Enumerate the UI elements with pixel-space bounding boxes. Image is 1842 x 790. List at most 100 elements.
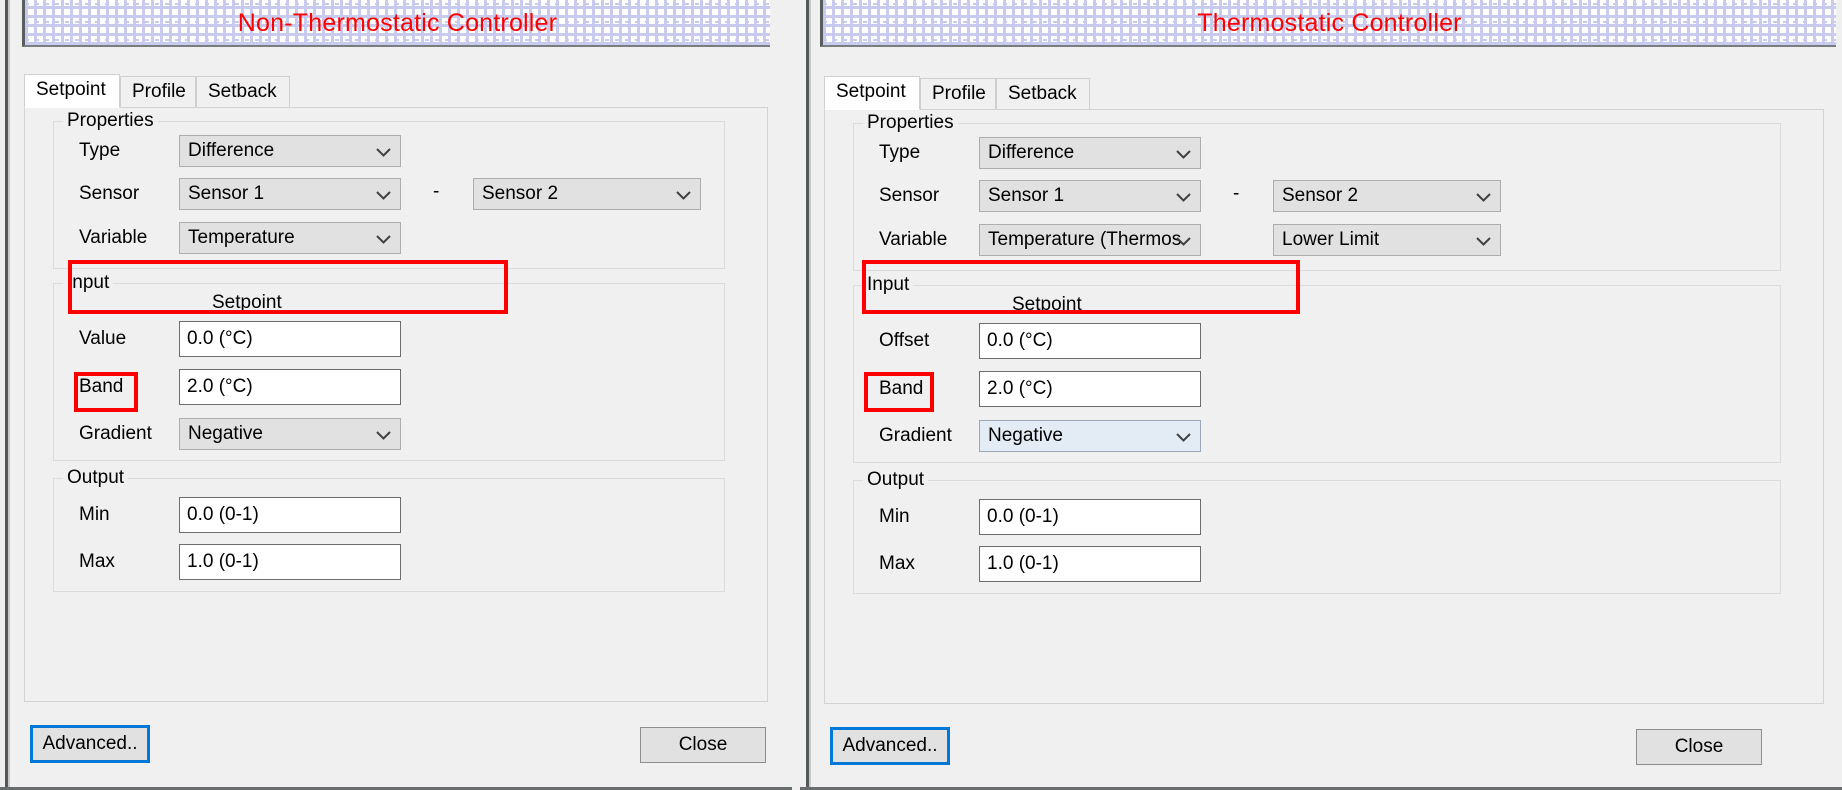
tab-setpoint-label: Setpoint [836,81,906,102]
sensor2-combo[interactable]: Sensor 2 [1273,180,1501,212]
offset-textbox-value: 0.0 (°C) [987,330,1053,351]
band-label: Band [879,378,924,399]
type-combo[interactable]: Difference [979,137,1201,169]
variable2-combo[interactable]: Lower Limit [1273,224,1501,256]
advanced-button-label: Advanced.. [842,735,938,756]
chevron-down-icon [1175,225,1191,255]
tab-profile-label: Profile [132,81,186,102]
max-textbox[interactable]: 1.0 (0-1) [179,544,401,580]
panel-title-left: Non-Thermostatic Controller [237,9,558,37]
gradient-label: Gradient [79,423,152,444]
chevron-down-icon [1175,421,1191,451]
sensor1-combo[interactable]: Sensor 1 [179,178,401,210]
tab-setpoint[interactable]: Setpoint [824,76,920,110]
band-textbox-value: 2.0 (°C) [987,378,1053,399]
chevron-down-icon [1475,181,1491,211]
thermostatic-controller-window: Thermostatic Controller Setpoint Profile… [800,0,1842,790]
value-label: Value [79,328,127,349]
screenshot-root: Non-Thermostatic Controller Setpoint Pro… [0,0,1842,790]
sensor-label: Sensor [879,185,940,206]
output-group-right: Output Min 0.0 (0-1) Max 1.0 (0-1) [853,469,1781,594]
chevron-down-icon [375,419,391,449]
window-left-inner-border [809,0,811,790]
properties-group-label: Properties [863,112,958,134]
value-textbox-value: 0.0 (°C) [187,328,253,349]
output-group-label: Output [63,467,129,489]
min-textbox[interactable]: 0.0 (0-1) [979,499,1201,535]
type-combo-value: Difference [188,140,275,161]
advanced-button[interactable]: Advanced.. [830,727,950,765]
tab-profile-label: Profile [932,83,986,104]
tab-setback-label: Setback [1008,83,1077,104]
type-combo[interactable]: Difference [179,135,401,167]
band-textbox[interactable]: 2.0 (°C) [179,369,401,405]
grid-hrule [25,39,770,41]
chevron-down-icon [375,136,391,166]
close-button[interactable]: Close [640,727,766,763]
min-label: Min [879,506,910,527]
tab-setpoint[interactable]: Setpoint [24,74,120,108]
band-textbox[interactable]: 2.0 (°C) [979,371,1201,407]
properties-group-label: Properties [63,110,158,132]
advanced-button-label: Advanced.. [42,733,138,754]
input-group-right: Input Setpoint Offset 0.0 (°C) Band 2.0 … [853,274,1781,463]
advanced-button[interactable]: Advanced.. [30,725,150,763]
panel-title-right: Thermostatic Controller [1197,9,1462,37]
variable-combo[interactable]: Temperature [179,222,401,254]
gradient-combo-value: Negative [188,423,263,444]
design-canvas-strip: Thermostatic Controller [820,0,1836,47]
variable-combo[interactable]: Temperature (Thermos [979,224,1201,256]
min-textbox[interactable]: 0.0 (0-1) [179,497,401,533]
variable-combo-value: Temperature [188,227,295,248]
window-left-inner-border [8,0,10,790]
gradient-combo-value: Negative [988,425,1063,446]
tab-setback[interactable]: Setback [996,78,1090,110]
gradient-combo[interactable]: Negative [179,418,401,450]
chevron-down-icon [1175,181,1191,211]
close-button-label: Close [678,734,728,755]
close-button[interactable]: Close [1636,729,1762,765]
band-label: Band [79,376,124,397]
output-group-label: Output [863,469,929,491]
sensor1-combo-value: Sensor 1 [188,183,265,204]
input-group-label: Input [63,272,114,294]
chevron-down-icon [1475,225,1491,255]
grid-hrule [823,39,1836,41]
band-textbox-value: 2.0 (°C) [187,376,253,397]
max-textbox-value: 1.0 (0-1) [987,553,1059,574]
properties-group-left: Properties Type Difference Sensor Sensor… [53,110,725,269]
output-group-left: Output Min 0.0 (0-1) Max 1.0 (0-1) [53,467,725,592]
sensor1-combo[interactable]: Sensor 1 [979,180,1201,212]
sensor2-combo-value: Sensor 2 [1282,185,1359,206]
tab-setback[interactable]: Setback [196,76,290,108]
setpoint-column-header: Setpoint [212,292,282,313]
min-textbox-value: 0.0 (0-1) [187,504,259,525]
tab-profile[interactable]: Profile [920,78,996,110]
min-label: Min [79,504,110,525]
difference-operator: - [1233,183,1240,204]
max-textbox[interactable]: 1.0 (0-1) [979,546,1201,582]
tab-setback-label: Setback [208,81,277,102]
chevron-down-icon [1175,138,1191,168]
type-label: Type [879,142,921,163]
variable-combo-value: Temperature (Thermos [988,229,1182,250]
variable-label: Variable [79,227,148,248]
variable-label: Variable [879,229,948,250]
tab-profile[interactable]: Profile [120,76,196,108]
variable2-combo-value: Lower Limit [1282,229,1380,250]
offset-textbox[interactable]: 0.0 (°C) [979,323,1201,359]
setpoint-tab-page-left: Properties Type Difference Sensor Sensor… [24,107,768,702]
properties-group-right: Properties Type Difference Sensor Sensor… [853,112,1781,271]
design-canvas-strip: Non-Thermostatic Controller [22,0,770,47]
sensor2-combo[interactable]: Sensor 2 [473,178,701,210]
type-label: Type [79,140,121,161]
sensor-label: Sensor [79,183,140,204]
value-textbox[interactable]: 0.0 (°C) [179,321,401,357]
gradient-combo[interactable]: Negative [979,420,1201,452]
sensor2-combo-value: Sensor 2 [482,183,559,204]
grid-hrule [823,3,1836,5]
tab-setpoint-label: Setpoint [36,79,106,100]
sensor1-combo-value: Sensor 1 [988,185,1065,206]
input-group-left: Input Setpoint Value 0.0 (°C) Band 2.0 (… [53,272,725,461]
offset-label: Offset [879,330,930,351]
